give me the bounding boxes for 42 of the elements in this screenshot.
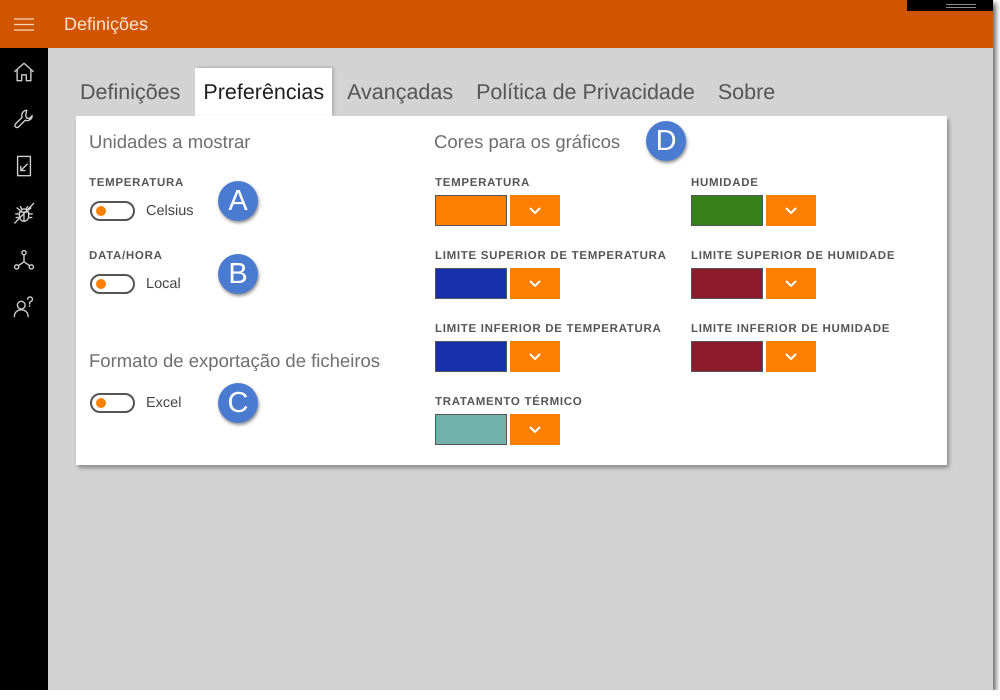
section-heading: Unidades a mostrar bbox=[89, 130, 252, 154]
annotation-marker: B bbox=[218, 254, 258, 294]
chevron-icon bbox=[529, 426, 541, 433]
setting-label: LIMITE INFERIOR DE HUMIDADE bbox=[691, 322, 892, 337]
tab[interactable]: Avançadas bbox=[339, 68, 462, 116]
toggle-value: Local bbox=[146, 276, 181, 292]
toggle-value: Celsius bbox=[146, 202, 194, 218]
chevron-icon bbox=[785, 280, 797, 287]
network-icon[interactable] bbox=[13, 249, 35, 271]
person-question-icon[interactable] bbox=[13, 296, 35, 318]
home-icon[interactable] bbox=[13, 61, 35, 83]
setting-label: LIMITE SUPERIOR DE TEMPERATURA bbox=[435, 249, 668, 264]
setting-label: LIMITE INFERIOR DE TEMPERATURA bbox=[435, 322, 663, 337]
setting-label: TEMPERATURA bbox=[435, 176, 532, 191]
tab[interactable]: Preferências bbox=[195, 68, 332, 116]
toggle-switch[interactable] bbox=[90, 200, 135, 220]
section-heading: Cores para os gráficos bbox=[434, 130, 620, 154]
setting-label: TEMPERATURA bbox=[89, 176, 186, 191]
menu-icon[interactable] bbox=[14, 18, 34, 30]
toggle-value: Excel bbox=[146, 395, 182, 411]
tab[interactable]: Definições bbox=[72, 68, 188, 116]
setting-label: TRATAMENTO TÉRMICO bbox=[435, 394, 584, 410]
tab[interactable]: Sobre bbox=[710, 68, 784, 116]
section-heading: Formato de exportação de ficheiros bbox=[89, 349, 382, 373]
grip-icon bbox=[907, 0, 993, 11]
bug-icon[interactable] bbox=[13, 202, 35, 224]
setting-label: DATA/HORA bbox=[89, 249, 164, 264]
chevron-icon bbox=[785, 353, 797, 360]
annotation-marker: C bbox=[218, 383, 258, 423]
chevron-icon bbox=[529, 353, 541, 360]
chevron-icon bbox=[785, 207, 797, 214]
annotation-marker: A bbox=[218, 180, 258, 220]
chevron-icon bbox=[529, 207, 541, 214]
setting-label: LIMITE SUPERIOR DE HUMIDADE bbox=[691, 249, 896, 264]
annotation-marker: D bbox=[646, 121, 686, 161]
toggle-switch[interactable] bbox=[90, 393, 135, 413]
tab[interactable]: Política de Privacidade bbox=[468, 68, 703, 116]
toggle-switch[interactable] bbox=[90, 274, 135, 294]
app-title: Definições bbox=[64, 14, 148, 34]
wrench-icon[interactable] bbox=[13, 108, 35, 130]
chevron-icon bbox=[529, 280, 541, 287]
setting-label: HUMIDADE bbox=[691, 176, 760, 191]
